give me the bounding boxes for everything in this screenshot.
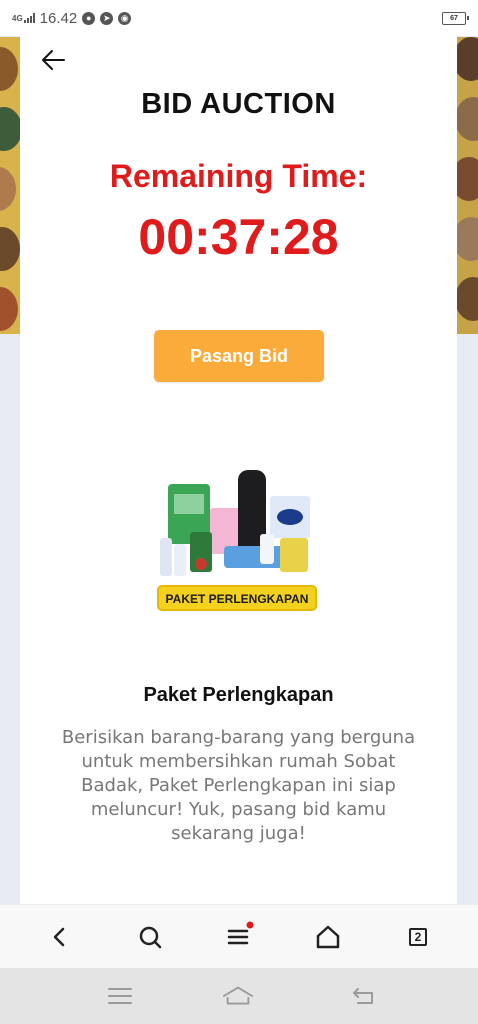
battery-level: 67 [450,14,458,22]
network-indicator: 4G [12,13,35,23]
auction-card: BID AUCTION Remaining Time: 00:37:28 Pas… [20,36,457,904]
clock: 16.42 [39,9,78,27]
notification-dot [246,921,254,929]
system-home-icon[interactable] [222,982,254,1010]
back-arrow-icon[interactable] [38,44,70,76]
product-image-label: PAKET PERLENGKAPAN [166,592,309,606]
menu-icon[interactable] [223,921,255,953]
chat-icon: ● [82,11,96,25]
signal-icon [23,13,35,23]
remaining-time-label: Remaining Time: [109,158,368,194]
tabs-icon[interactable]: 2 [402,921,434,953]
background-illustration-left [0,37,20,334]
status-bar: 4G 16.42 ● ➤ ◉ 67 [0,0,478,36]
back-icon[interactable] [44,921,76,953]
place-bid-button[interactable]: Pasang Bid [154,330,324,382]
product-name: Paket Perlengkapan [143,684,334,706]
page-title: BID AUCTION [141,88,336,120]
product-description: Berisikan barang-barang yang berguna unt… [61,727,416,844]
recents-icon[interactable] [104,982,136,1010]
compass-icon: ➤ [100,11,114,25]
chrome-icon: ◉ [118,11,132,25]
network-type: 4G [12,14,23,23]
system-nav-bar [0,968,478,1024]
countdown-timer: 00:37:28 [138,209,339,265]
background-illustration-right [457,37,478,334]
product-image: PAKET PERLENGKAPAN [154,464,326,614]
battery-icon: 67 [442,11,469,25]
browser-toolbar: 2 [0,904,478,969]
tab-count: 2 [409,928,427,946]
search-icon[interactable] [134,921,166,953]
home-icon[interactable] [312,921,344,953]
system-back-icon[interactable] [348,982,380,1010]
